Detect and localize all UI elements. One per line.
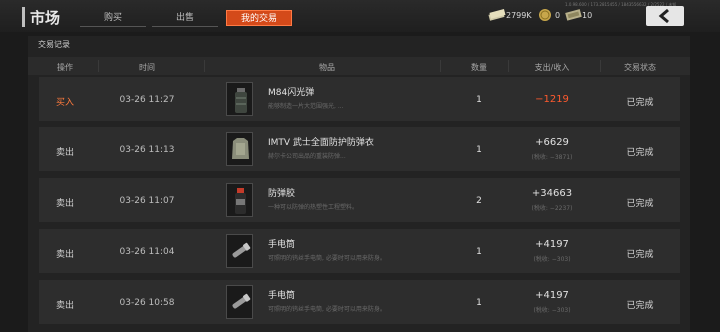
col-op: 操作	[57, 63, 73, 72]
table-header	[28, 57, 690, 75]
tab-buy[interactable]: 购买	[80, 10, 146, 26]
flashlight-icon	[226, 285, 253, 319]
title-accent-bar	[22, 7, 25, 27]
row-status: 已完成	[626, 250, 654, 260]
ticket-icon	[565, 9, 582, 21]
currency-cash-value: 2799K	[506, 11, 532, 20]
col-qty: 数量	[471, 63, 487, 72]
flashlight-icon	[226, 234, 253, 268]
row-quantity: 2	[476, 196, 482, 206]
row-status: 已完成	[626, 98, 654, 108]
item-name: 手电筒	[268, 240, 296, 250]
col-amount: 支出/收入	[534, 63, 570, 72]
header-divider	[508, 60, 509, 72]
page-title: 市场	[30, 9, 61, 27]
back-arrow-icon	[658, 8, 669, 24]
row-time: 03-26 10:58	[119, 298, 175, 308]
header-divider	[440, 60, 441, 72]
flashbang-icon	[226, 82, 253, 116]
tab-buy-underline	[80, 26, 146, 27]
table-row[interactable]: 卖出 03-26 11:04 手电筒 可照明的钨丝手电筒, 必要时可以用来防身。…	[39, 229, 680, 273]
item-description: 一种可以防弹的热塑性工程塑料。	[268, 204, 359, 211]
row-amount: +34663	[531, 188, 573, 199]
item-description: 可照明的钨丝手电筒, 必要时可以用来防身。	[268, 306, 386, 313]
header-divider	[600, 60, 601, 72]
item-name: 防弹胶	[268, 189, 296, 199]
row-tax: (税收: −3871)	[531, 154, 573, 161]
col-time: 时间	[139, 63, 155, 72]
item-description: 赫尔卡公司出品的重装防弹...	[268, 153, 346, 160]
table-row[interactable]: 卖出 03-26 10:58 手电筒 可照明的钨丝手电筒, 必要时可以用来防身。…	[39, 280, 680, 324]
item-name: M84闪光弹	[268, 88, 315, 98]
row-operation: 卖出	[55, 250, 75, 260]
row-time: 03-26 11:13	[119, 145, 175, 155]
row-quantity: 1	[476, 95, 482, 105]
row-amount: −1219	[535, 94, 569, 105]
row-quantity: 1	[476, 145, 482, 155]
row-quantity: 1	[476, 247, 482, 257]
row-operation: 卖出	[55, 148, 75, 158]
row-time: 03-26 11:04	[119, 247, 175, 257]
body-armor-icon	[226, 132, 253, 166]
row-time: 03-26 11:07	[119, 196, 175, 206]
back-button[interactable]	[646, 6, 684, 26]
table-row[interactable]: 买入 03-26 11:27 M84闪光弹 能够制造一片大范围强光, ... 1…	[39, 77, 680, 121]
row-operation: 买入	[55, 98, 75, 108]
row-tax: (税收: −303)	[533, 307, 571, 314]
row-status: 已完成	[626, 148, 654, 158]
item-description: 能够制造一片大范围强光, ...	[268, 103, 344, 110]
item-name: 手电筒	[268, 291, 296, 301]
row-amount: +4197	[535, 290, 569, 301]
item-name: IMTV 武士全面防护防弹衣	[268, 138, 374, 148]
currency-coin-value: 0	[555, 11, 561, 20]
row-tax: (税收: −303)	[533, 256, 571, 263]
row-operation: 卖出	[55, 301, 75, 311]
header-divider	[204, 60, 205, 72]
table-row[interactable]: 卖出 03-26 11:13 IMTV 武士全面防护防弹衣 赫尔卡公司出品的重装…	[39, 127, 680, 171]
row-status: 已完成	[626, 199, 654, 209]
row-time: 03-26 11:27	[119, 95, 175, 105]
tab-sell-underline	[152, 26, 218, 27]
row-amount: +4197	[535, 239, 569, 250]
row-amount: +6629	[535, 137, 569, 148]
col-status: 交易状态	[624, 63, 656, 72]
coin-icon	[539, 9, 551, 21]
section-title: 交易记录	[38, 40, 70, 49]
col-item: 物品	[319, 63, 335, 72]
currency-ticket-value: 10	[582, 11, 593, 20]
header-divider	[98, 60, 99, 72]
tab-my-trades[interactable]: 我的交易	[226, 10, 292, 26]
table-row[interactable]: 卖出 03-26 11:07 防弹胶 一种可以防弹的热塑性工程塑料。 2 +34…	[39, 178, 680, 222]
row-operation: 卖出	[55, 199, 75, 209]
bulletproof-glue-icon	[226, 183, 253, 217]
row-status: 已完成	[626, 301, 654, 311]
row-quantity: 1	[476, 298, 482, 308]
row-tax: (税收: −2237)	[531, 205, 573, 212]
tab-sell[interactable]: 出售	[152, 10, 218, 26]
cash-stack-icon	[488, 9, 506, 21]
item-description: 可照明的钨丝手电筒, 必要时可以用来防身。	[268, 255, 386, 262]
